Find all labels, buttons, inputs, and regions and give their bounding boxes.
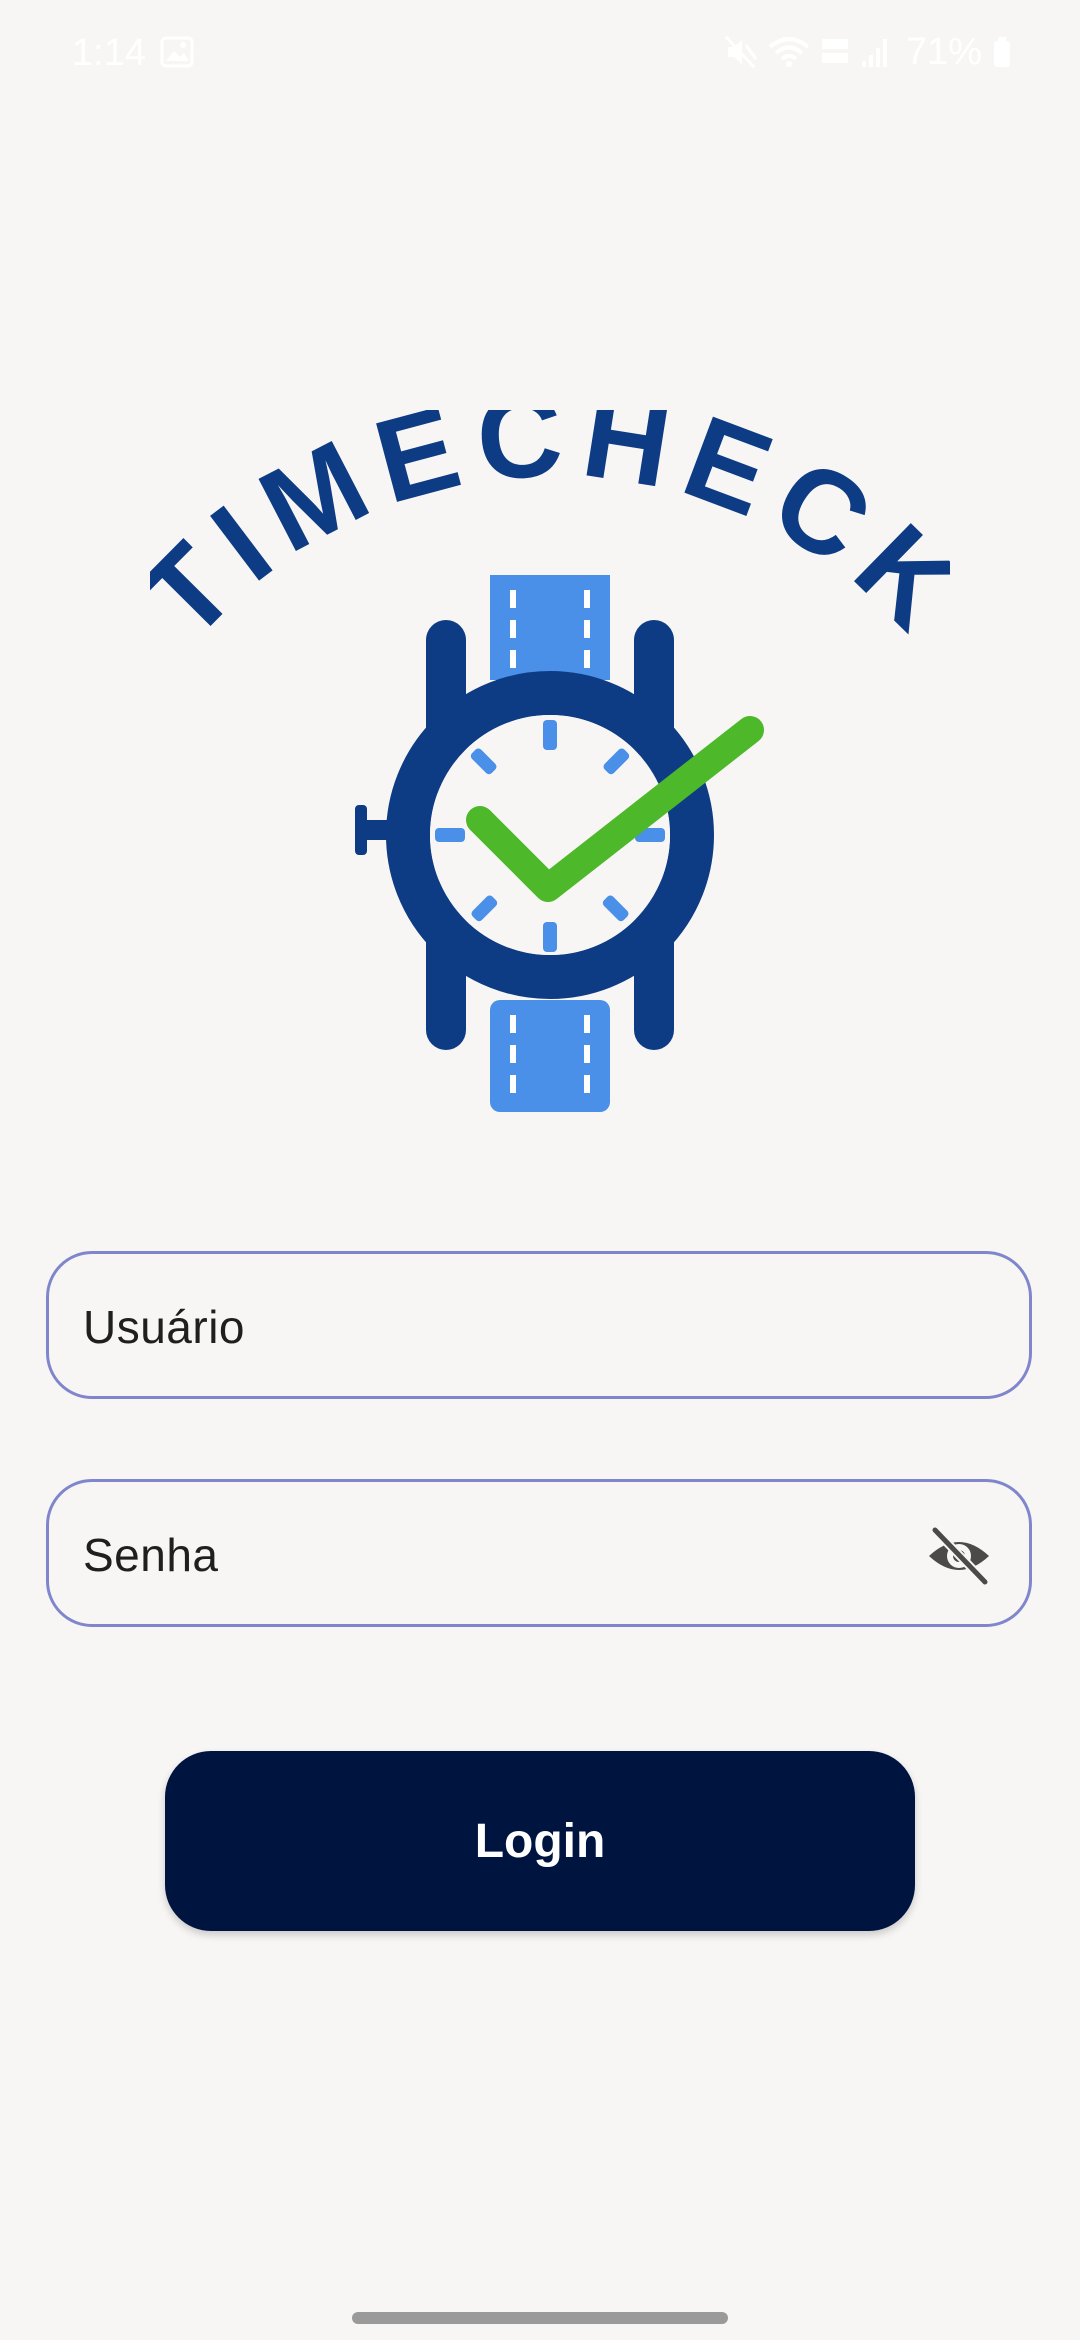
status-time: 1:14 [72, 32, 146, 74]
volte-icon [821, 39, 848, 63]
status-bar: 1:14 71% [0, 0, 1080, 100]
signal-icon [861, 39, 887, 67]
mute-icon [724, 35, 758, 69]
username-placeholder: Usuário [83, 1301, 246, 1353]
gallery-icon [160, 36, 194, 68]
timecheck-logo: TIMECHECK [150, 410, 950, 1112]
eye-off-icon[interactable] [925, 1526, 993, 1586]
home-indicator[interactable] [352, 2312, 728, 2324]
battery-percent: 71% [905, 30, 982, 73]
login-button[interactable]: Login [165, 1751, 915, 1931]
password-placeholder: Senha [83, 1529, 219, 1581]
username-field[interactable]: Usuário [46, 1251, 1032, 1399]
status-icons: 71% [724, 28, 1012, 76]
wifi-icon [768, 37, 810, 67]
password-field[interactable]: Senha [46, 1479, 1032, 1627]
login-label: Login [474, 1814, 606, 1868]
battery-icon [994, 37, 1010, 67]
